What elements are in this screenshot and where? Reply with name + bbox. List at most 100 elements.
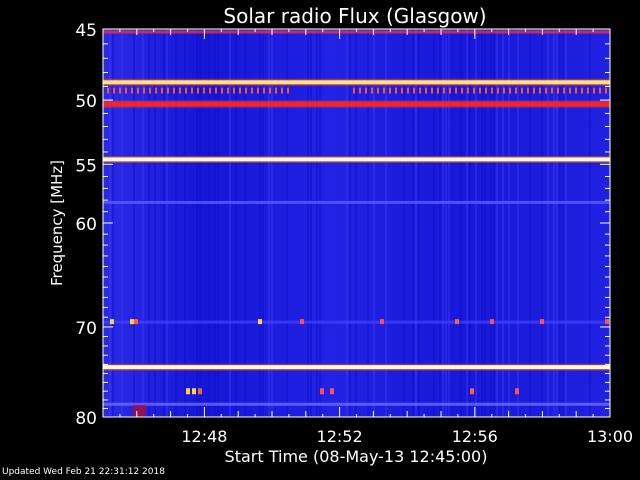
texture-stripe	[562, 29, 564, 417]
burst-dot	[380, 319, 384, 325]
x-tick-label: 12:48	[181, 427, 227, 446]
burst-dot	[134, 319, 138, 325]
burst-dot	[563, 87, 565, 94]
texture-stripe	[133, 29, 135, 417]
burst-dot	[185, 87, 187, 94]
burst-dot	[455, 319, 459, 325]
texture-stripe	[589, 29, 591, 417]
texture-stripe	[208, 29, 210, 417]
texture-stripe	[475, 29, 477, 417]
texture-stripe	[349, 29, 351, 417]
burst-dot	[365, 87, 367, 94]
burst-dot	[575, 87, 577, 94]
y-tick-label: 50	[75, 92, 97, 112]
burst-dot	[449, 87, 451, 94]
x-tick-label: 12:52	[317, 427, 363, 446]
burst-dot	[258, 319, 262, 325]
burst-dot	[515, 87, 517, 94]
burst-dot	[485, 87, 487, 94]
burst-dot	[320, 388, 324, 395]
burst-dot	[377, 87, 379, 94]
texture-stripe	[310, 29, 312, 417]
burst-dot	[110, 319, 114, 325]
burst-dot	[413, 87, 415, 94]
texture-stripe	[214, 29, 216, 417]
burst-dot	[269, 87, 271, 94]
texture-stripe	[166, 29, 168, 417]
texture-stripe	[469, 29, 471, 417]
interference-band	[103, 80, 610, 85]
burst-dot	[551, 87, 553, 94]
texture-stripe	[235, 29, 237, 417]
burst-dot	[467, 87, 469, 94]
texture-stripe	[496, 29, 498, 417]
burst-dot	[203, 87, 205, 94]
texture-stripe	[565, 29, 567, 417]
texture-stripe	[493, 29, 495, 417]
texture-stripe	[259, 29, 261, 417]
texture-stripe	[412, 29, 414, 417]
interference-band	[103, 157, 610, 162]
burst-dot	[149, 87, 151, 94]
burst-dot	[407, 87, 409, 94]
burst-dot	[389, 87, 391, 94]
texture-stripe	[154, 29, 156, 417]
burst-dot	[300, 319, 304, 325]
texture-stripe	[271, 29, 273, 417]
chart-title: Solar radio Flux (Glasgow)	[223, 4, 486, 28]
burst-dot	[461, 87, 463, 94]
updated-timestamp: Updated Wed Feb 21 22:31:12 2018	[2, 467, 165, 477]
texture-stripe	[307, 29, 309, 417]
texture-stripe	[433, 29, 435, 417]
texture-stripe	[547, 29, 549, 417]
burst-dot	[540, 319, 544, 325]
texture-stripe	[553, 29, 555, 417]
burst-dot	[455, 87, 457, 94]
texture-stripe	[442, 29, 444, 417]
texture-stripe	[559, 29, 561, 417]
burst-dot	[545, 87, 547, 94]
burst-dot	[383, 87, 385, 94]
texture-stripe	[517, 29, 519, 417]
interference-band	[103, 402, 610, 406]
y-tick-label: 80	[75, 409, 97, 429]
texture-stripe	[319, 29, 321, 417]
interference-band	[103, 365, 610, 370]
burst-dot	[209, 87, 211, 94]
burst-dot	[527, 87, 529, 94]
burst-dot	[186, 388, 190, 395]
texture-stripe	[142, 29, 144, 417]
burst-dot	[113, 87, 115, 94]
burst-dot	[581, 87, 583, 94]
burst-dot	[198, 388, 202, 395]
texture-stripe	[529, 29, 531, 417]
y-tick-label: 70	[75, 319, 97, 339]
burst-dot	[330, 388, 334, 395]
texture-stripe	[484, 29, 486, 417]
burst-dot	[443, 87, 445, 94]
texture-stripe	[403, 29, 405, 417]
burst-dot	[419, 87, 421, 94]
burst-dot	[359, 87, 361, 94]
burst-dot	[479, 87, 481, 94]
texture-stripe	[286, 29, 288, 417]
x-tick-label: 13:00	[587, 427, 633, 446]
burst-dot	[263, 87, 265, 94]
texture-stripe	[355, 29, 357, 417]
burst-dot	[173, 87, 175, 94]
burst-dot	[490, 319, 494, 325]
texture-stripe	[508, 29, 510, 417]
burst-dot	[257, 87, 259, 94]
burst-dot	[431, 87, 433, 94]
texture-stripe	[367, 29, 369, 417]
y-axis-label: Frequency [MHz]	[48, 160, 66, 286]
texture-stripe	[244, 29, 246, 417]
x-axis-label: Start Time (08-May-13 12:45:00)	[225, 447, 488, 466]
texture-stripe	[163, 29, 165, 417]
burst-dot	[130, 319, 134, 325]
interference-band	[103, 320, 610, 324]
texture-stripe	[385, 29, 387, 417]
burst-dot	[509, 87, 511, 94]
burst-dot	[470, 388, 474, 395]
burst-dot	[197, 87, 199, 94]
